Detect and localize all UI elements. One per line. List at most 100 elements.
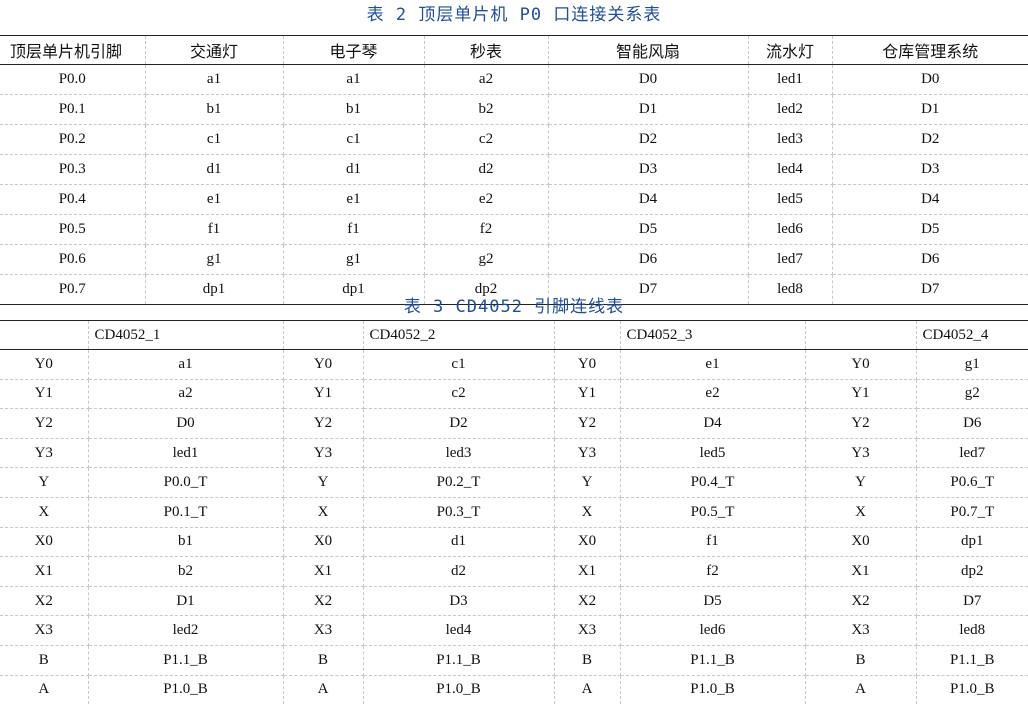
table-row: P0.6 g1 g1 g2 D6 led7 D6 [0, 244, 1028, 275]
table3-cell: led7 [915, 438, 1028, 469]
table3-caption: 表 3 CD4052 引脚连线表 [403, 297, 625, 317]
table2-header-cell: 流水灯 [747, 35, 833, 65]
table3-cell: f2 [619, 556, 806, 587]
table2-cell: led6 [747, 214, 833, 245]
table3-cell: B [282, 645, 364, 676]
table2-header-cell: 交通灯 [144, 35, 284, 65]
table2-cell: f2 [423, 214, 549, 245]
table2-cell: D3 [831, 154, 1028, 185]
table2-cell: D1 [547, 94, 749, 125]
table3-cell: Y0 [0, 349, 89, 380]
table3-cell: P1.0_B [915, 675, 1028, 705]
table3-cell: a1 [87, 349, 284, 380]
table-row: X2 D1 X2 D3 X2 D5 X2 D7 [0, 586, 1028, 617]
table3-cell: X2 [0, 586, 89, 617]
table2-header-row: 顶层单片机引脚 交通灯 电子琴 秒表 智能风扇 流水灯 仓库管理系统 [0, 35, 1028, 65]
table2-cell: led2 [747, 94, 833, 125]
table3-cell: led1 [87, 438, 284, 469]
table-row: P0.0 a1 a1 a2 D0 led1 D0 [0, 64, 1028, 95]
table3-cell: A [0, 675, 89, 705]
table2-cell: b1 [144, 94, 284, 125]
table2-cell: a1 [282, 64, 425, 95]
table3-cell: X [0, 497, 89, 528]
table-row: X3 led2 X3 led4 X3 led6 X3 led8 [0, 615, 1028, 646]
table3-cell: X1 [282, 556, 364, 587]
table2-cell: D5 [831, 214, 1028, 245]
table3-cell: Y0 [282, 349, 364, 380]
table2-cell: P0.2 [0, 124, 146, 155]
table3-cell: Y1 [553, 379, 621, 410]
table3-cell: d2 [362, 556, 555, 587]
table3-cell: P1.0_B [362, 675, 555, 705]
table3-cell: P1.1_B [619, 645, 806, 676]
table-row: X1 b2 X1 d2 X1 f2 X1 dp2 [0, 556, 1028, 587]
table2-cell: c2 [423, 124, 549, 155]
table3-cell: Y3 [282, 438, 364, 469]
table3-cell: Y [553, 467, 621, 498]
table3-cell: Y3 [553, 438, 621, 469]
table2-cell: a1 [144, 64, 284, 95]
table3-cell: Y [0, 467, 89, 498]
table-row: Y3 led1 Y3 led3 Y3 led5 Y3 led7 [0, 438, 1028, 469]
table2-cell: P0.6 [0, 244, 146, 275]
table3-cell: led5 [619, 438, 806, 469]
table3-cell: D6 [915, 408, 1028, 439]
table3-cell: Y3 [0, 438, 89, 469]
table3-cell: X [282, 497, 364, 528]
table2-cell: D0 [831, 64, 1028, 95]
table3-cell: Y2 [804, 408, 917, 439]
table3-cell: A [553, 675, 621, 705]
table3-cell: Y0 [553, 349, 621, 380]
table-row: X0 b1 X0 d1 X0 f1 X0 dp1 [0, 527, 1028, 558]
table2-cell: g2 [423, 244, 549, 275]
table2-cell: d2 [423, 154, 549, 185]
cd4052-pin-table: CD4052_1 CD4052_2 CD4052_3 CD4052_4 Y0 a1 Y0 c1… [0, 320, 1028, 705]
table3-cell: g2 [915, 379, 1028, 410]
table3-cell: P0.4_T [619, 467, 806, 498]
table3-cell: B [804, 645, 917, 676]
table2-cell: P0.1 [0, 94, 146, 125]
table3-header-cell [0, 320, 89, 350]
table3-cell: X1 [804, 556, 917, 587]
table3-cell: f1 [619, 527, 806, 558]
table3-cell: Y1 [804, 379, 917, 410]
table3-header-cell: CD4052_1 [87, 320, 284, 350]
table3-cell: P0.6_T [915, 467, 1028, 498]
table3-cell: X1 [553, 556, 621, 587]
table3-cell: X2 [282, 586, 364, 617]
table3-cell: P0.5_T [619, 497, 806, 528]
table2-header-cell: 仓库管理系统 [831, 35, 1028, 65]
table2-cell: D5 [547, 214, 749, 245]
table3-header-cell [553, 320, 621, 350]
table3-cell: Y [282, 467, 364, 498]
table3-cell: Y1 [0, 379, 89, 410]
table3-cell: B [553, 645, 621, 676]
table2-cell: e1 [282, 184, 425, 215]
table2-cell: g1 [282, 244, 425, 275]
table3-cell: X [804, 497, 917, 528]
table3-cell: X3 [553, 615, 621, 646]
table2-cell: D2 [547, 124, 749, 155]
table3-cell: X1 [0, 556, 89, 587]
table2-cell: led3 [747, 124, 833, 155]
table3-cell: X0 [804, 527, 917, 558]
table3-cell: g1 [915, 349, 1028, 380]
table3-cell: b1 [87, 527, 284, 558]
table3-cell: a2 [87, 379, 284, 410]
table3-cell: P1.1_B [362, 645, 555, 676]
table3-header-row: CD4052_1 CD4052_2 CD4052_3 CD4052_4 [0, 320, 1028, 350]
table2-cell: D3 [547, 154, 749, 185]
table3-cell: P0.7_T [915, 497, 1028, 528]
table2-cell: f1 [144, 214, 284, 245]
table-row: Y0 a1 Y0 c1 Y0 e1 Y0 g1 [0, 349, 1028, 380]
table3-header-cell: CD4052_2 [362, 320, 555, 350]
table3-cell: Y [804, 467, 917, 498]
table3-cell: X3 [804, 615, 917, 646]
table3-cell: D0 [87, 408, 284, 439]
table2-header-cell: 智能风扇 [547, 35, 749, 65]
table2-header-cell: 顶层单片机引脚 [0, 35, 146, 65]
table3-cell: B [0, 645, 89, 676]
table2-header-cell: 秒表 [423, 35, 549, 65]
table2-cell: a2 [423, 64, 549, 95]
table-row: P0.1 b1 b1 b2 D1 led2 D1 [0, 94, 1028, 125]
